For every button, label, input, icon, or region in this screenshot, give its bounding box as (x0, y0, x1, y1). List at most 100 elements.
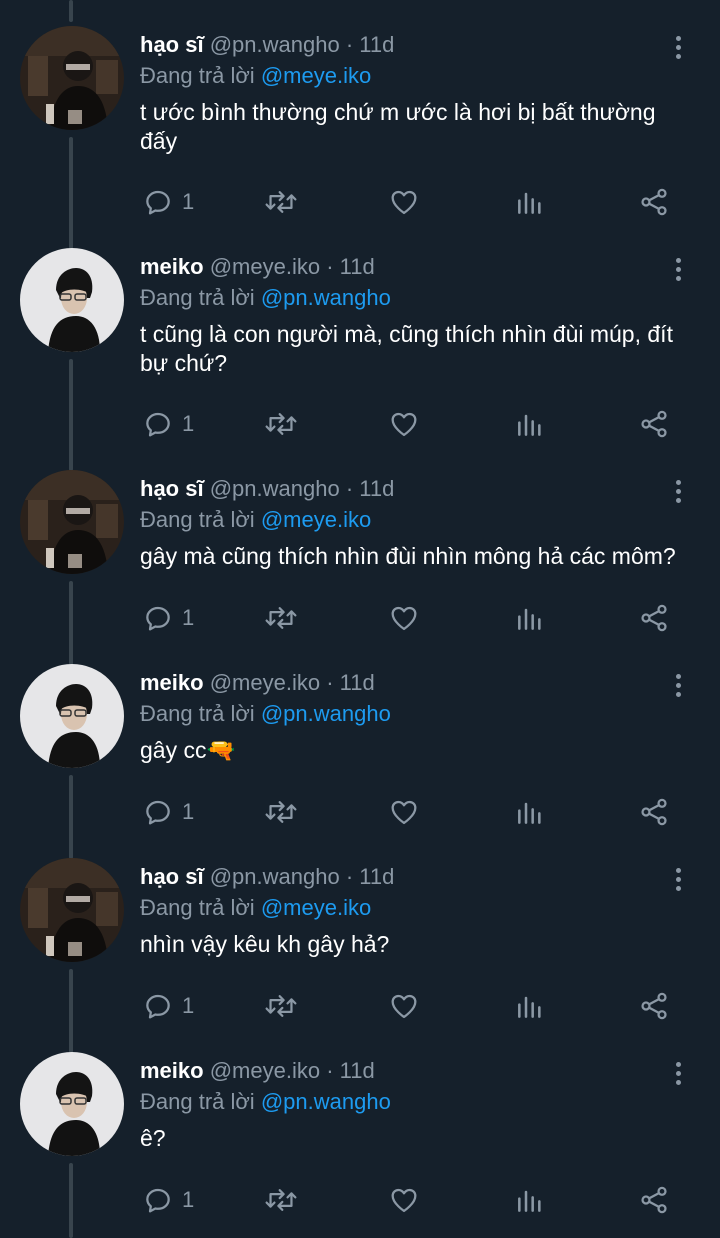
tweet-actions: 1 (140, 406, 676, 442)
avatar[interactable] (20, 26, 124, 130)
reply-button[interactable]: 1 (142, 794, 194, 830)
separator-dot: · (345, 476, 354, 501)
timestamp[interactable]: 11d (359, 476, 394, 501)
separator-dot: · (345, 864, 354, 889)
tweet-header: meiko @meye.iko · 11d (140, 252, 692, 282)
share-button[interactable] (638, 988, 670, 1024)
like-button[interactable] (388, 988, 420, 1024)
views-icon (518, 192, 541, 214)
share-icon (641, 798, 667, 826)
like-button[interactable] (388, 1182, 420, 1218)
tweet-header: hạo sĩ @pn.wangho · 11d (140, 30, 692, 60)
author-name[interactable]: hạo sĩ (140, 864, 204, 889)
thread-line (69, 581, 73, 665)
author-name[interactable]: meiko (140, 670, 204, 695)
like-icon (391, 800, 417, 825)
thread-line (69, 775, 73, 859)
timestamp[interactable]: 11d (340, 1058, 375, 1083)
retweet-button[interactable] (264, 794, 298, 830)
replying-to: Đang trả lời @meye.iko (140, 892, 692, 924)
views-icon (518, 608, 541, 630)
author-name[interactable]: meiko (140, 1058, 204, 1083)
avatar-image (20, 858, 124, 962)
views-button[interactable] (514, 794, 546, 830)
views-icon (518, 414, 541, 436)
share-button[interactable] (638, 794, 670, 830)
views-button[interactable] (514, 184, 546, 220)
more-options-icon[interactable] (668, 254, 688, 284)
avatar[interactable] (20, 858, 124, 962)
reply-button[interactable]: 1 (142, 406, 194, 442)
author-handle[interactable]: @pn.wangho (210, 864, 340, 889)
replying-prefix: Đang trả lời (140, 285, 255, 310)
replying-mention-link[interactable]: @meye.iko (261, 895, 371, 920)
author-name[interactable]: hạo sĩ (140, 32, 204, 57)
tweet-actions: 1 (140, 988, 676, 1024)
more-options-icon[interactable] (668, 1058, 688, 1088)
timestamp[interactable]: 11d (340, 254, 375, 279)
views-button[interactable] (514, 988, 546, 1024)
replying-mention-link[interactable]: @meye.iko (261, 63, 371, 88)
views-button[interactable] (514, 406, 546, 442)
share-button[interactable] (638, 406, 670, 442)
retweet-icon (265, 995, 297, 1017)
retweet-button[interactable] (264, 600, 298, 636)
avatar[interactable] (20, 470, 124, 574)
retweet-icon (265, 1189, 297, 1211)
timestamp[interactable]: 11d (359, 32, 394, 57)
reply-button[interactable]: 1 (142, 600, 194, 636)
author-handle[interactable]: @meye.iko (210, 1058, 320, 1083)
author-handle[interactable]: @pn.wangho (210, 476, 340, 501)
retweet-button[interactable] (264, 184, 298, 220)
more-options-icon[interactable] (668, 32, 688, 62)
like-button[interactable] (388, 794, 420, 830)
reply-count: 1 (182, 1187, 195, 1212)
more-options-icon[interactable] (668, 670, 688, 700)
replying-to: Đang trả lời @meye.iko (140, 60, 692, 92)
reply-icon (146, 412, 170, 437)
replying-mention-link[interactable]: @pn.wangho (261, 701, 391, 726)
more-options-icon[interactable] (668, 476, 688, 506)
retweet-button[interactable] (264, 406, 298, 442)
reply-button[interactable]: 1 (142, 988, 194, 1024)
author-handle[interactable]: @meye.iko (210, 254, 320, 279)
reply-count: 1 (182, 993, 195, 1018)
like-icon (391, 412, 417, 437)
share-button[interactable] (638, 1182, 670, 1218)
replying-mention-link[interactable]: @pn.wangho (261, 285, 391, 310)
avatar[interactable] (20, 664, 124, 768)
author-name[interactable]: hạo sĩ (140, 476, 204, 501)
like-button[interactable] (388, 406, 420, 442)
timestamp[interactable]: 11d (340, 670, 375, 695)
timestamp[interactable]: 11d (359, 864, 394, 889)
like-icon (391, 1188, 417, 1213)
replying-mention-link[interactable]: @meye.iko (261, 507, 371, 532)
replying-prefix: Đang trả lời (140, 1089, 255, 1114)
author-handle[interactable]: @pn.wangho (210, 32, 340, 57)
avatar[interactable] (20, 1052, 124, 1156)
like-button[interactable] (388, 184, 420, 220)
author-name[interactable]: meiko (140, 254, 204, 279)
replying-to: Đang trả lời @pn.wangho (140, 1086, 692, 1118)
avatar-image (20, 248, 124, 352)
share-button[interactable] (638, 600, 670, 636)
more-options-icon[interactable] (668, 864, 688, 894)
reply-button[interactable]: 1 (142, 184, 194, 220)
views-button[interactable] (514, 1182, 546, 1218)
reply-button[interactable]: 1 (142, 1182, 194, 1218)
retweet-icon (265, 801, 297, 823)
share-icon (641, 604, 667, 632)
like-button[interactable] (388, 600, 420, 636)
avatar[interactable] (20, 248, 124, 352)
replying-mention-link[interactable]: @pn.wangho (261, 1089, 391, 1114)
retweet-icon (265, 607, 297, 629)
author-handle[interactable]: @meye.iko (210, 670, 320, 695)
reply-icon (146, 994, 170, 1019)
replying-to: Đang trả lời @meye.iko (140, 504, 692, 536)
views-button[interactable] (514, 600, 546, 636)
share-button[interactable] (638, 184, 670, 220)
retweet-button[interactable] (264, 1182, 298, 1218)
retweet-button[interactable] (264, 988, 298, 1024)
tweet-text: ê? (140, 1125, 166, 1151)
separator-dot: · (345, 32, 354, 57)
